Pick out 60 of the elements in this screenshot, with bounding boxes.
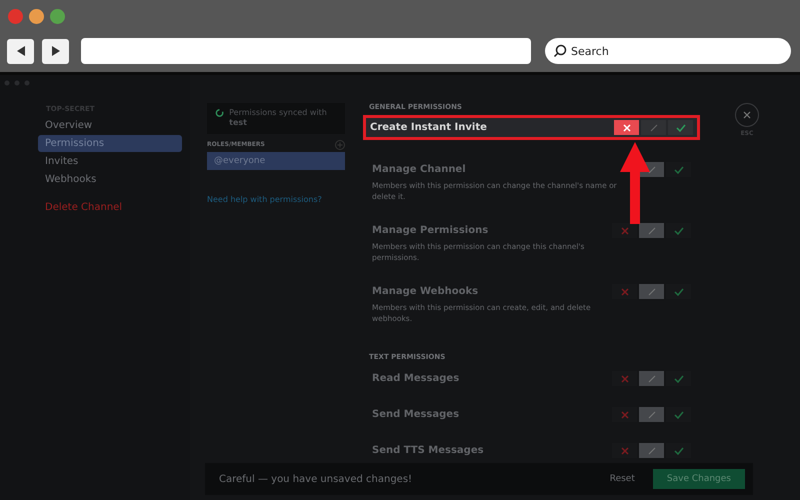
deny-toggle[interactable] [614, 120, 639, 135]
permission-name: Send TTS Messages [372, 445, 484, 456]
neutral-toggle[interactable] [639, 223, 664, 238]
slash-icon [648, 374, 656, 382]
close-icon [743, 111, 751, 119]
zoom-window-button[interactable] [50, 8, 65, 24]
slash-icon [648, 226, 656, 234]
minimize-window-button[interactable] [29, 8, 44, 24]
x-icon [620, 288, 628, 296]
slash-icon [650, 124, 658, 132]
slash-icon [648, 446, 656, 454]
x-icon [620, 374, 628, 382]
check-icon [674, 166, 684, 174]
add-icon[interactable] [335, 140, 345, 150]
permission-name: Create Instant Invite [370, 122, 487, 133]
sidebar-item[interactable]: Webhooks [38, 171, 182, 188]
x-icon [620, 446, 628, 454]
sidebar-item[interactable]: Delete Channel [38, 199, 182, 216]
sidebar-item[interactable]: Permissions [38, 135, 182, 152]
neutral-toggle[interactable] [639, 371, 664, 386]
sync-icon [215, 108, 224, 118]
check-icon [674, 410, 684, 418]
check-icon [674, 374, 684, 382]
slash-icon [648, 410, 656, 418]
sync-text: Permissions synced with test [229, 108, 328, 129]
x-icon [620, 410, 628, 418]
neutral-toggle[interactable] [641, 120, 666, 135]
check-icon [676, 124, 686, 132]
close-window-button[interactable] [8, 8, 23, 24]
check-icon [674, 446, 684, 454]
permission-name: Manage Webhooks [372, 286, 478, 297]
address-field[interactable] [81, 38, 531, 64]
x-icon [620, 226, 628, 234]
search-icon [553, 44, 567, 58]
permission-name: Manage Channel [372, 164, 466, 175]
permission-name: Read Messages [372, 373, 460, 384]
slash-icon [648, 166, 656, 174]
neutral-toggle[interactable] [639, 284, 664, 299]
sidebar-item[interactable]: Invites [38, 153, 182, 170]
search-field[interactable]: Search [545, 38, 791, 64]
role-item[interactable]: @everyone [207, 152, 345, 170]
neutral-toggle[interactable] [639, 443, 664, 458]
allow-toggle[interactable] [668, 120, 693, 135]
sidebar-item[interactable]: Overview [38, 117, 182, 134]
right-triangle-icon [50, 45, 62, 57]
unsaved-message: Careful — you have unsaved changes! [219, 474, 414, 484]
x-icon [622, 124, 630, 132]
forward-button[interactable] [42, 38, 69, 64]
permission-name: Send Messages [372, 409, 460, 420]
slash-icon [648, 288, 656, 296]
permission-name: Manage Permissions [372, 225, 488, 236]
neutral-toggle[interactable] [639, 407, 664, 422]
help-link[interactable]: Need help with permissions? [207, 194, 345, 204]
save-button[interactable]: Save Changes [652, 469, 745, 489]
check-icon [674, 288, 684, 296]
left-triangle-icon [14, 45, 26, 57]
close-button[interactable] [735, 103, 759, 127]
check-icon [674, 226, 684, 234]
reset-button[interactable]: Reset [604, 473, 641, 485]
back-button[interactable] [7, 38, 34, 64]
